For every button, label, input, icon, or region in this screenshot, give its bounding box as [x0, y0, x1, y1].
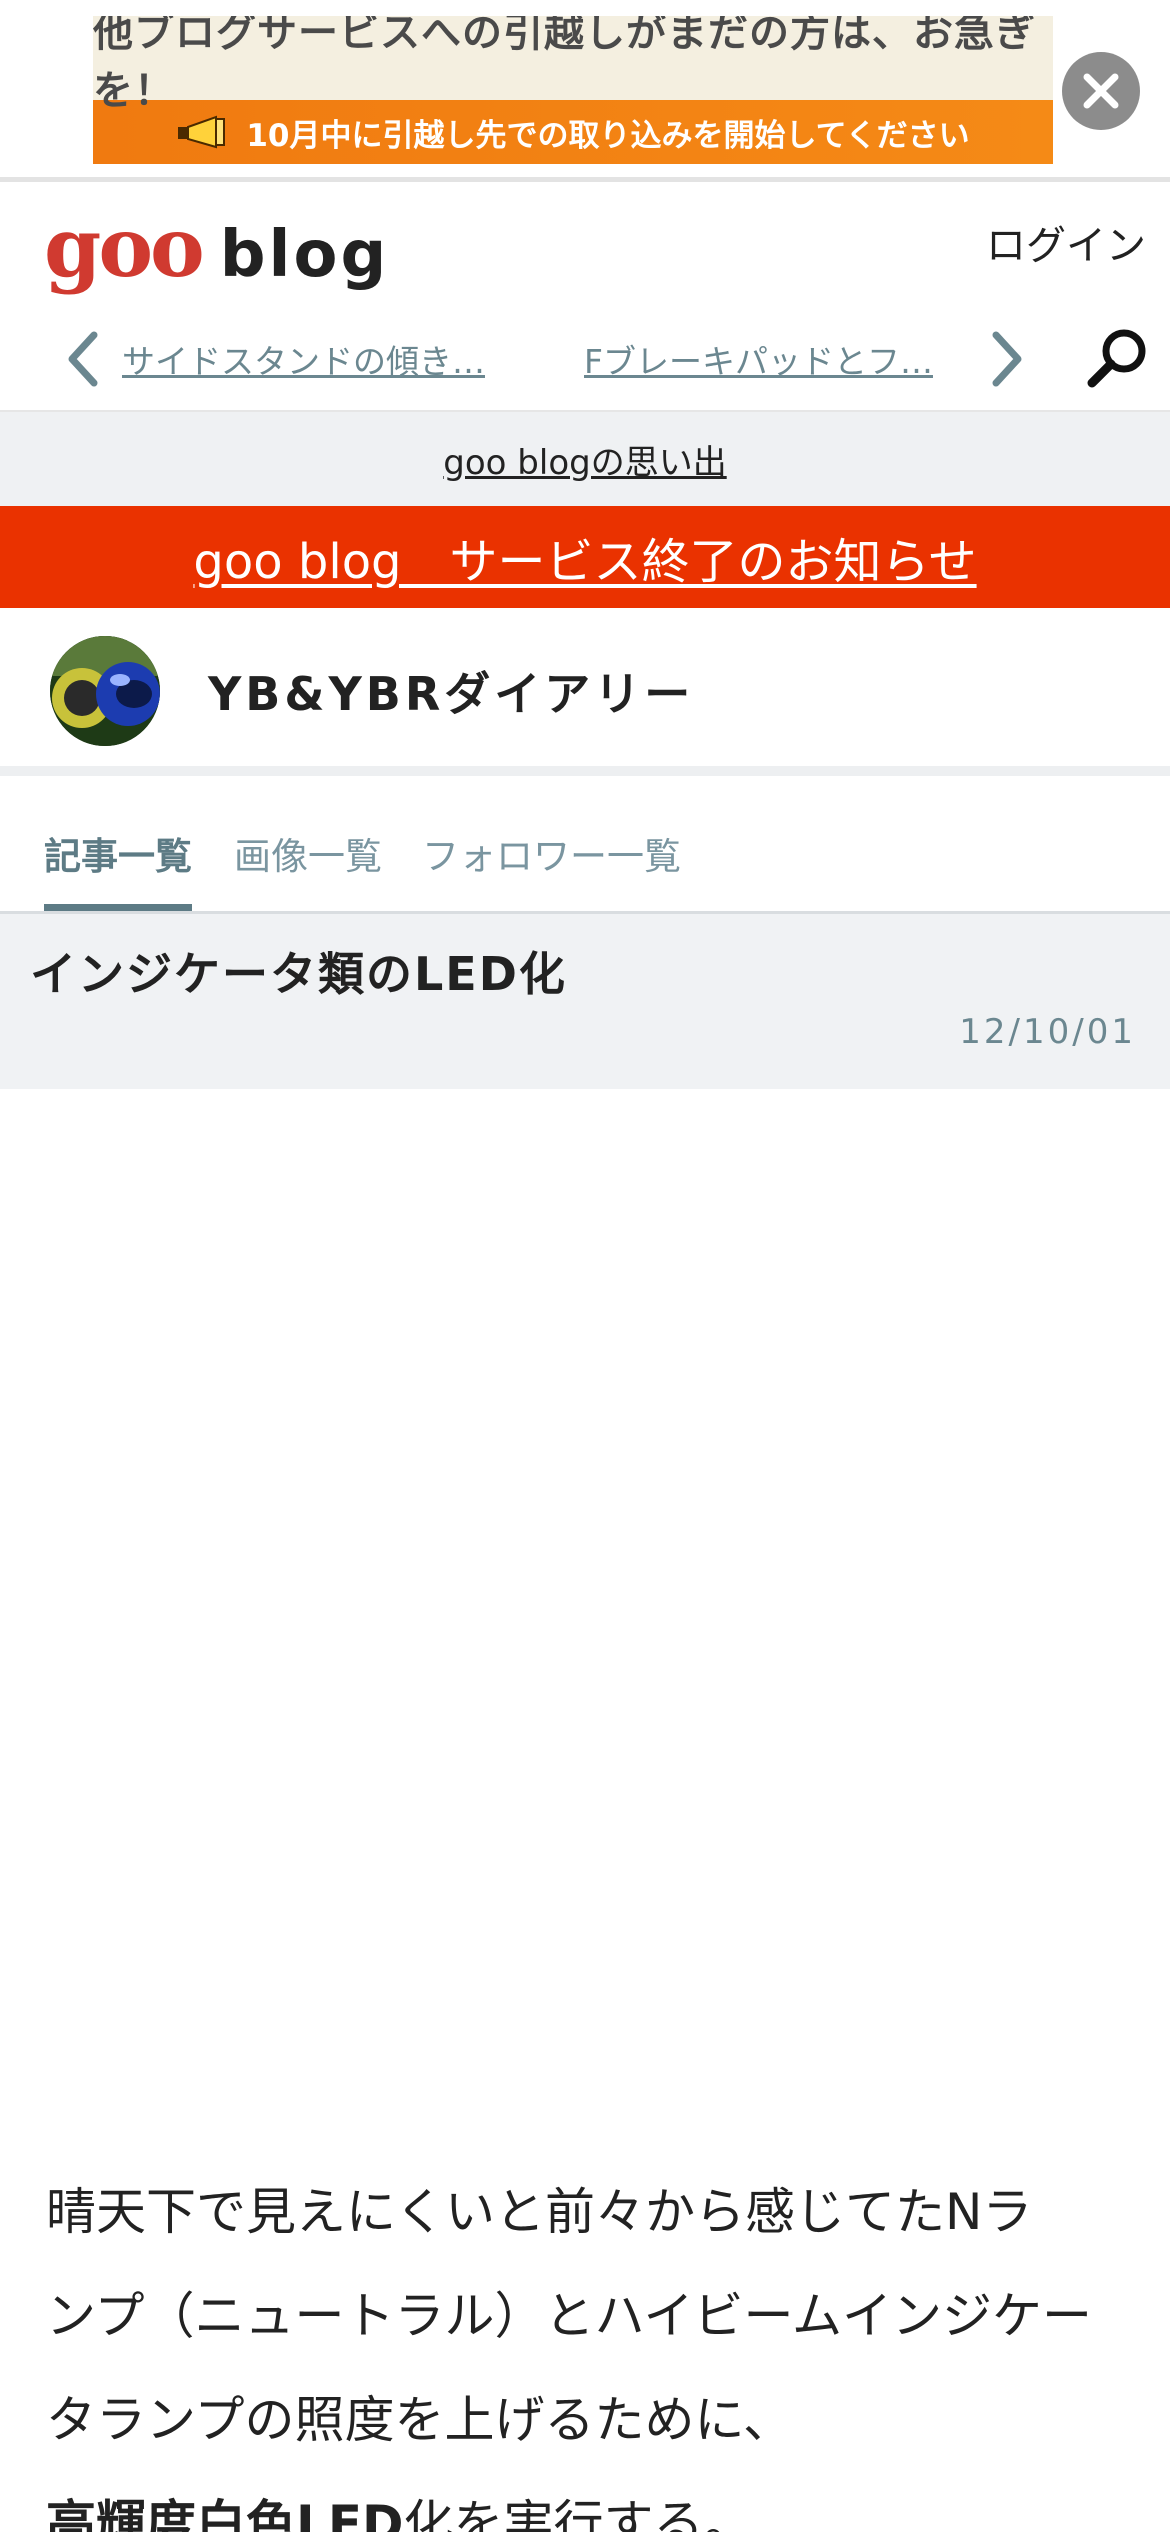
ad-headline: 他ブログサービスへの引越しがまだの方は、お急ぎを！ — [93, 16, 1036, 114]
article-date: 12/10/01 — [959, 1012, 1136, 1052]
article-body: 晴天下で見えにくいと前々から感じてたNラ ンプ（ニュートラル）とハイビームインジ… — [46, 2160, 1136, 2532]
ad-banner[interactable]: 他ブログサービスへの引越しがまだの方は、お急ぎを！ 10月中に引越し先での取り込… — [93, 16, 1053, 164]
body-bold: 高輝度白色LED — [46, 2495, 404, 2532]
article-nav: サイドスタンドの傾き… Fブレーキパッドとフ… — [0, 305, 1170, 405]
service-end-link[interactable]: goo blog サービス終了のお知らせ — [193, 522, 976, 592]
blog-title[interactable]: YB&YBRダイアリー — [208, 658, 694, 724]
search-icon[interactable] — [1084, 325, 1150, 391]
tab-images[interactable]: 画像一覧 — [234, 826, 382, 904]
logo-goo: goo — [44, 200, 205, 296]
body-line: ンプ（ニュートラル）とハイビームインジケー — [46, 2287, 1092, 2345]
ad-close-button[interactable] — [1062, 52, 1140, 130]
logo-blog: blog — [219, 218, 390, 292]
body-tail: 化を実行する。 — [403, 2495, 754, 2532]
login-link[interactable]: ログイン — [986, 213, 1146, 271]
helmet-avatar-image — [50, 636, 160, 746]
article-header: インジケータ類のLED化 12/10/01 — [0, 914, 1170, 1089]
body-line: 高輝度白色LED化を実行する。 — [46, 2472, 1136, 2532]
megaphone-icon — [178, 115, 226, 149]
site-header: goo blog ログイン サイドスタンドの傾き… Fブレーキパッドとフ… — [0, 187, 1170, 412]
next-article-link[interactable]: Fブレーキパッドとフ… — [584, 335, 944, 383]
ad-area: 他ブログサービスへの引越しがまだの方は、お急ぎを！ 10月中に引越し先での取り込… — [0, 0, 1170, 182]
article-title: インジケータ類のLED化 — [30, 947, 567, 1001]
blog-header: YB&YBRダイアリー — [0, 608, 1170, 776]
chevron-right-icon[interactable] — [988, 329, 1028, 389]
memories-link[interactable]: goo blogの思い出 — [443, 435, 726, 484]
ad-subline: 10月中に引越し先での取り込みを開始してください — [246, 117, 970, 154]
body-line: タランプの照度を上げるために、 — [46, 2391, 793, 2449]
avatar[interactable] — [50, 636, 160, 746]
blog-tabs: 記事一覧 画像一覧 フォロワー一覧 — [0, 786, 1170, 914]
tab-articles[interactable]: 記事一覧 — [44, 826, 192, 911]
close-icon — [1083, 73, 1119, 109]
memories-strip: goo blogの思い出 — [0, 412, 1170, 506]
tab-followers[interactable]: フォロワー一覧 — [422, 826, 681, 904]
service-end-banner: goo blog サービス終了のお知らせ — [0, 506, 1170, 608]
goo-blog-logo[interactable]: goo blog — [44, 203, 389, 293]
body-line: 晴天下で見えにくいと前々から感じてたNラ — [46, 2183, 1033, 2241]
ad-headline-row: 他ブログサービスへの引越しがまだの方は、お急ぎを！ — [93, 16, 1053, 114]
prev-article-link[interactable]: サイドスタンドの傾き… — [122, 335, 492, 383]
chevron-left-icon[interactable] — [62, 329, 102, 389]
